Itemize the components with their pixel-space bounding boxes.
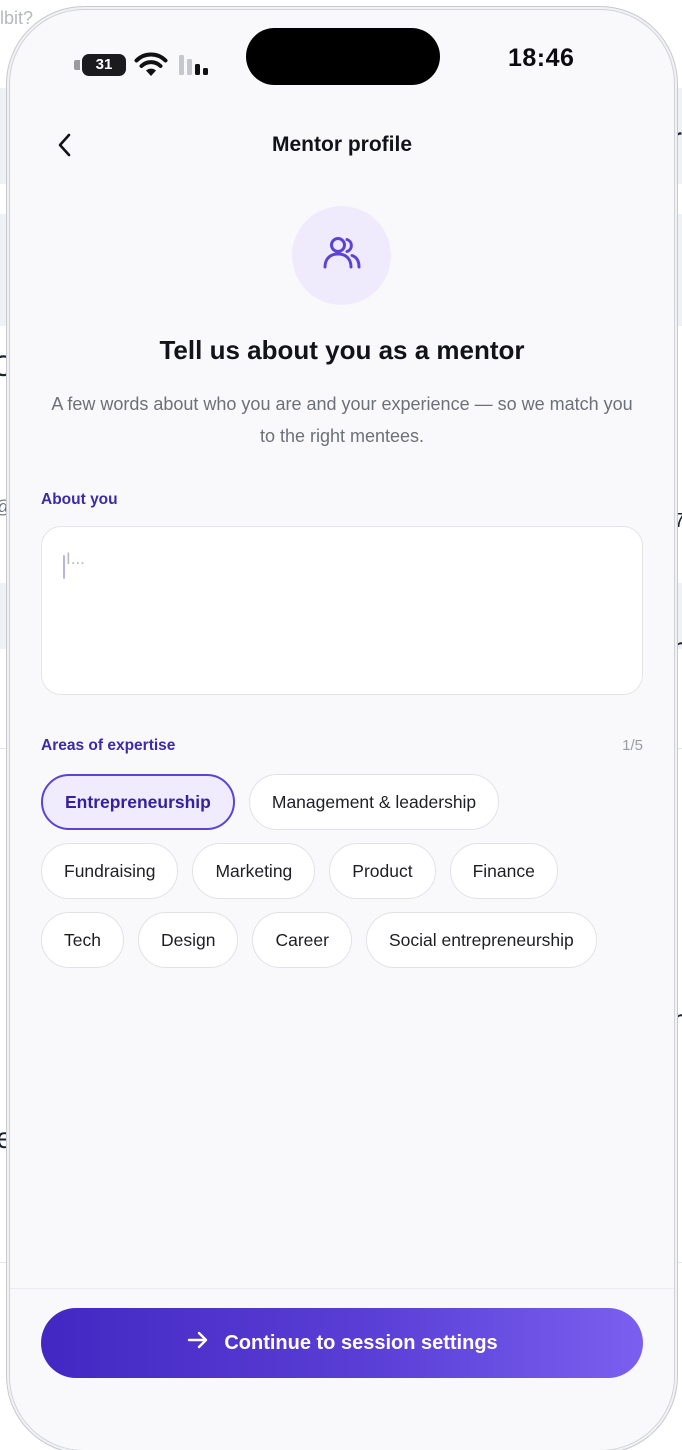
signal-icon: [178, 53, 214, 82]
expertise-counter: 1/5: [622, 737, 643, 754]
chip-management-leadership[interactable]: Management & leadership: [248, 774, 500, 830]
about-input[interactable]: [41, 526, 643, 695]
chip-row: Tech Design Career Social entrepreneursh…: [41, 912, 651, 968]
expertise-chips: Entrepreneurship Management & leadership…: [41, 774, 651, 981]
section-heading: Tell us about you as a mentor: [159, 335, 525, 365]
status-bar: 31 18:46: [10, 10, 674, 100]
about-label: About you: [41, 491, 118, 508]
chip-product[interactable]: Product: [329, 843, 436, 899]
chip-fundraising[interactable]: Fundraising: [41, 843, 179, 899]
arrow-right-icon: [186, 1329, 210, 1357]
chip-marketing[interactable]: Marketing: [192, 843, 316, 899]
continue-button[interactable]: Continue to session settings: [41, 1308, 643, 1378]
phone-screen: 31 18:46 Mentor profile Tell us about yo…: [10, 10, 674, 1450]
chip-social-entrepreneurship[interactable]: Social entrepreneurship: [365, 912, 597, 968]
chip-tech[interactable]: Tech: [41, 912, 124, 968]
chip-design[interactable]: Design: [137, 912, 239, 968]
battery-tip: [74, 60, 80, 70]
text-cursor: [63, 555, 65, 579]
expertise-label: Areas of expertise: [41, 737, 176, 754]
hero-icon-circle: [292, 206, 391, 305]
status-time: 18:46: [508, 44, 575, 72]
chip-career[interactable]: Career: [252, 912, 352, 968]
wifi-icon: [134, 52, 168, 83]
continue-button-label: Continue to session settings: [224, 1331, 498, 1354]
background-text: 7: [674, 510, 682, 532]
page-title: Mentor profile: [272, 133, 412, 156]
section-subtitle: A few words about who you are and your e…: [51, 394, 633, 446]
battery-icon: 31: [82, 54, 126, 76]
chip-row: Fundraising Marketing Product Finance: [41, 843, 651, 899]
chip-row: Entrepreneurship Management & leadership: [41, 774, 651, 830]
navigation-bar: Mentor profile: [10, 122, 674, 172]
users-icon: [320, 231, 364, 280]
chip-finance[interactable]: Finance: [449, 843, 558, 899]
chip-entrepreneurship[interactable]: Entrepreneurship: [41, 774, 235, 830]
dynamic-island: [246, 28, 440, 85]
